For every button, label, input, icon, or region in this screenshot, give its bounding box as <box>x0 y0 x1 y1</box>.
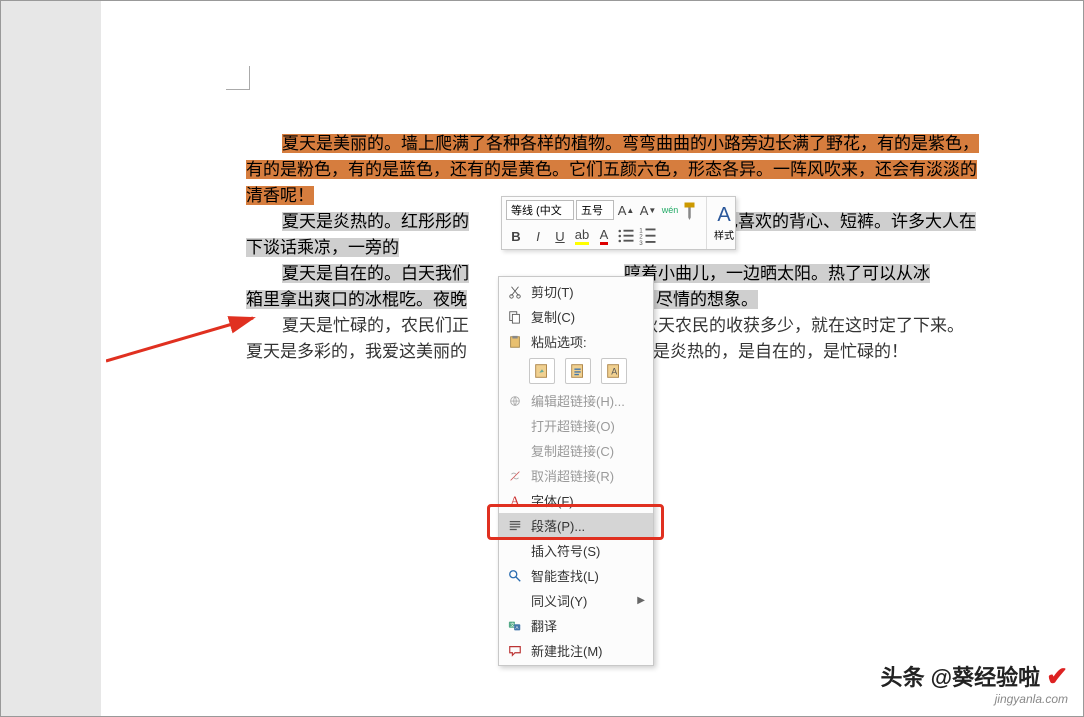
text-p3a[interactable]: 夏天是自在的。白天我们 <box>282 264 469 283</box>
cut-icon <box>505 283 525 301</box>
svg-text:3: 3 <box>639 240 643 246</box>
menu-paste-title: 粘贴选项: <box>499 329 653 354</box>
shrink-font-button[interactable]: A▼ <box>638 200 658 220</box>
styles-button[interactable]: A 样式 <box>706 197 735 249</box>
underline-button[interactable]: U <box>550 226 570 246</box>
menu-insert-symbol[interactable]: 插入符号(S) <box>499 538 653 563</box>
menu-new-comment[interactable]: 新建批注(M) <box>499 638 653 663</box>
menu-remove-hyperlink[interactable]: 取消超链接(R) <box>499 463 653 488</box>
menu-open-hyperlink[interactable]: 打开超链接(O) <box>499 413 653 438</box>
svg-text:A: A <box>611 367 617 377</box>
font-family-select[interactable]: 等线 (中文 <box>506 200 574 220</box>
font-color-button[interactable]: A <box>594 226 614 246</box>
paste-text-only-button[interactable]: A <box>601 358 627 384</box>
menu-smart-lookup[interactable]: 智能查找(L) <box>499 563 653 588</box>
paragraph-icon <box>505 517 525 535</box>
context-menu: 剪切(T) 复制(C) 粘贴选项: A 编辑超链接(H)... 打开超链接(O)… <box>498 276 654 666</box>
bold-button[interactable]: B <box>506 226 526 246</box>
font-size-select[interactable]: 五号 <box>576 200 614 220</box>
open-link-icon <box>505 417 525 435</box>
edit-link-icon <box>505 392 525 410</box>
text-p4a[interactable]: 夏天是忙碌的，农民们正 <box>282 316 469 335</box>
paste-keep-source-button[interactable] <box>529 358 555 384</box>
text-p2a[interactable]: 夏天是炎热的。红彤彤的 <box>282 212 469 231</box>
italic-button[interactable]: I <box>528 226 548 246</box>
numbering-button[interactable]: 123 <box>638 226 658 246</box>
text-p3b-part2[interactable]: 箱里拿出爽口的冰棍吃。夜晚 <box>246 290 467 309</box>
annotation-arrow <box>106 266 266 366</box>
format-painter-button[interactable] <box>682 200 702 220</box>
menu-copy-hyperlink[interactable]: 复制超链接(C) <box>499 438 653 463</box>
menu-synonyms[interactable]: 同义词(Y) ▶ <box>499 588 653 613</box>
svg-text:文: 文 <box>510 621 515 628</box>
sidebar-gray-area <box>1 1 101 716</box>
synonyms-icon <box>505 592 525 610</box>
paste-merge-button[interactable] <box>565 358 591 384</box>
text-p3b-part1[interactable]: 哼着小曲儿，一边晒太阳。热了可以从冰 <box>624 264 930 283</box>
font-icon: A <box>505 492 525 510</box>
copy-icon <box>505 308 525 326</box>
svg-text:A: A <box>515 625 518 630</box>
selected-text-p1[interactable]: 夏天是美丽的。墙上爬满了各种各样的植物。弯弯曲曲的小路旁边长满了野花，有的是紫色… <box>246 134 979 205</box>
menu-copy[interactable]: 复制(C) <box>499 304 653 329</box>
copy-link-icon <box>505 442 525 460</box>
highlight-button[interactable]: ab <box>572 226 592 246</box>
bullets-button[interactable] <box>616 226 636 246</box>
menu-font[interactable]: A 字体(F)... <box>499 488 653 513</box>
symbol-icon <box>505 542 525 560</box>
margin-corner-top-left <box>226 66 250 90</box>
search-icon <box>505 567 525 585</box>
submenu-arrow-icon: ▶ <box>637 595 645 606</box>
translate-icon: 文A <box>505 617 525 635</box>
phonetic-guide-button[interactable]: wén <box>660 200 680 220</box>
check-icon: ✔ <box>1046 661 1068 691</box>
menu-translate[interactable]: 文A 翻译 <box>499 613 653 638</box>
mini-toolbar: 等线 (中文 五号 A▲ A▼ wén B I U ab A 123 <box>501 196 736 250</box>
paste-options-row: A <box>499 354 653 388</box>
menu-cut[interactable]: 剪切(T) <box>499 279 653 304</box>
text-p4b[interactable]: 为秋天农民的收获多少，就在这时定了下来。 <box>624 316 964 335</box>
grow-font-button[interactable]: A▲ <box>616 200 636 220</box>
comment-icon <box>505 642 525 660</box>
paste-icon <box>505 333 525 351</box>
remove-link-icon <box>505 467 525 485</box>
text-p5a[interactable]: 夏天是多彩的，我爱这美丽的 <box>246 342 467 361</box>
watermark: 头条 @葵经验啦 ✔ jingyanla.com <box>881 660 1069 706</box>
menu-paragraph[interactable]: 段落(P)... <box>499 513 653 538</box>
menu-edit-hyperlink[interactable]: 编辑超链接(H)... <box>499 388 653 413</box>
